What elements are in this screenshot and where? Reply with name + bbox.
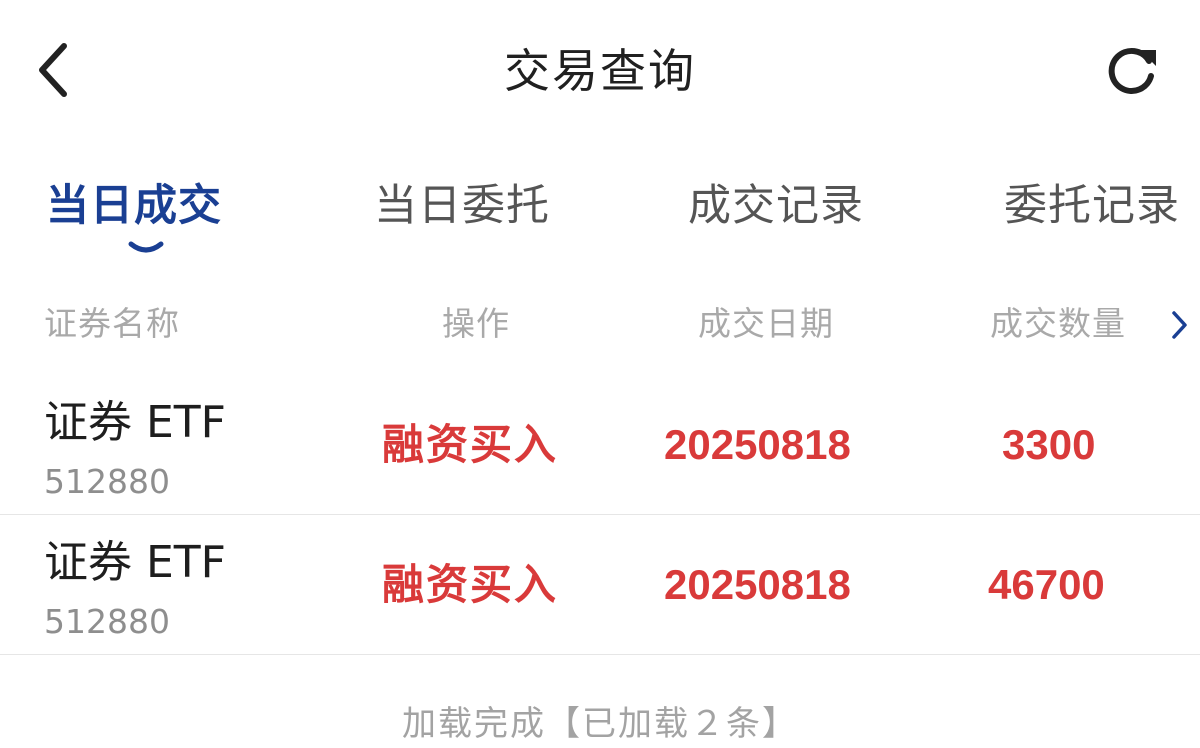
nav-bar: 交易查询 (0, 0, 1200, 140)
tab-today-orders[interactable]: 当日委托 (374, 168, 550, 248)
table-header: 证券名称 操作 成交日期 成交数量 (0, 300, 1200, 354)
column-header-operation: 操作 (442, 304, 510, 343)
security-code: 512880 (44, 462, 170, 501)
tab-deal-records[interactable]: 成交记录 (688, 168, 864, 248)
deal-date-value: 20250818 (664, 561, 851, 608)
column-header-quantity: 成交数量 (990, 304, 1126, 343)
tab-order-records[interactable]: 委托记录 (1004, 168, 1180, 248)
row-divider (0, 654, 1200, 655)
refresh-icon (1108, 47, 1156, 94)
page-title: 交易查询 (504, 44, 696, 98)
tab-bar: 当日成交 当日委托 成交记录 委托记录 (0, 168, 1200, 268)
security-name: 证券 ETF (44, 537, 226, 588)
row-divider (0, 514, 1200, 515)
operation-value: 融资买入 (382, 560, 559, 609)
security-name: 证券 ETF (44, 397, 226, 448)
load-status-text: 加载完成【已加载２条】 (402, 704, 798, 744)
deal-quantity-value: 46700 (988, 561, 1105, 608)
security-code: 512880 (44, 602, 170, 641)
operation-value: 融资买入 (382, 420, 559, 469)
more-columns-button[interactable] (1164, 306, 1194, 344)
table-row[interactable]: 证券 ETF 512880 融资买入 20250818 3300 (0, 376, 1200, 516)
deal-date-value: 20250818 (664, 421, 851, 468)
refresh-button[interactable] (1100, 38, 1164, 102)
column-header-date: 成交日期 (698, 304, 834, 343)
deal-quantity-value: 3300 (1002, 421, 1096, 468)
active-tab-indicator (128, 241, 164, 253)
tab-today-deals[interactable]: 当日成交 (46, 168, 222, 248)
table-row[interactable]: 证券 ETF 512880 融资买入 20250818 46700 (0, 516, 1200, 656)
chevron-right-icon (1172, 311, 1187, 339)
column-header-name: 证券名称 (44, 304, 180, 343)
